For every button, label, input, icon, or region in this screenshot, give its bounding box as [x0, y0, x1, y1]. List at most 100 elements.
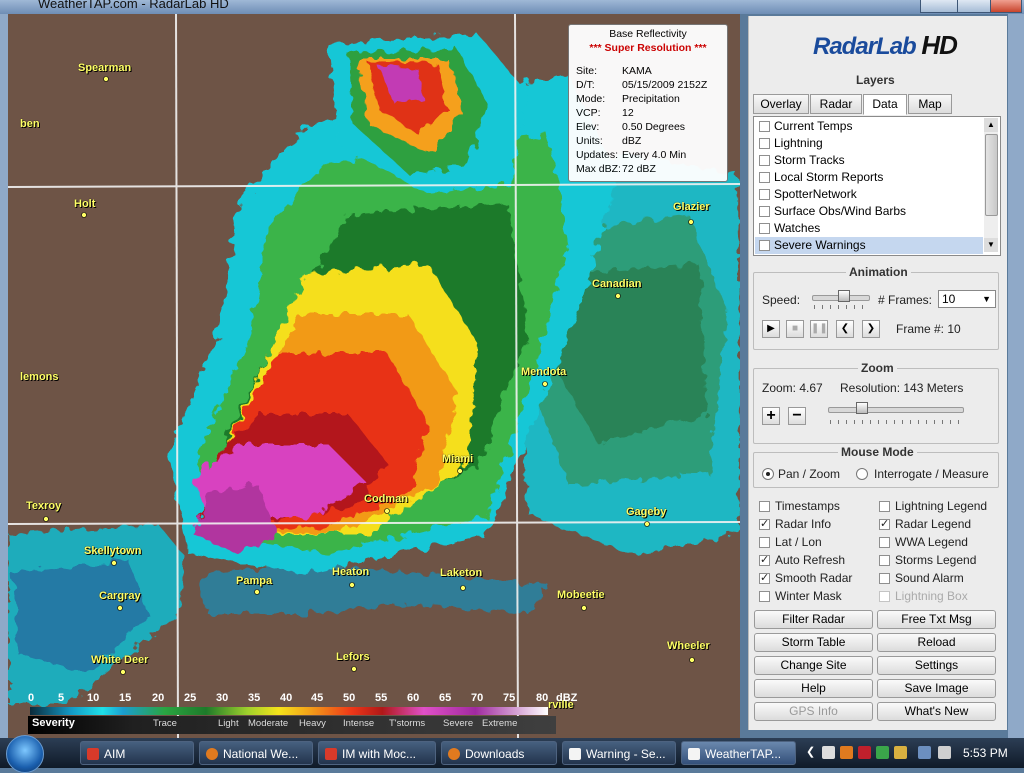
taskbar-item[interactable]: Warning - Se...: [562, 741, 676, 765]
tab-radar[interactable]: Radar: [810, 94, 862, 114]
java-update-icon[interactable]: [840, 746, 853, 759]
list-item[interactable]: Current Temps: [755, 118, 983, 135]
layer-checkbox[interactable]: [759, 206, 770, 217]
legend-values: 0 5 10 15 20 25 30 35 40 45 50 55 60 65 …: [28, 692, 577, 706]
legend-value: 15: [119, 692, 132, 704]
info-value: KAMA: [622, 65, 652, 77]
severity-level: Heavy: [299, 718, 326, 729]
scroll-up-icon[interactable]: ▲: [984, 118, 998, 132]
clock[interactable]: 5:53 PM: [963, 741, 1008, 765]
info-value: 0.50 Degrees: [622, 121, 686, 133]
list-item[interactable]: Lightning: [755, 135, 983, 152]
interrogate-radio[interactable]: [856, 468, 868, 480]
severity-level: Light: [218, 718, 239, 729]
pause-button[interactable]: ❚❚: [810, 320, 828, 338]
option-label: Radar Legend: [895, 517, 972, 531]
play-button[interactable]: ▶: [762, 320, 780, 338]
reload-button[interactable]: Reload: [877, 633, 996, 652]
zoom-slider[interactable]: [828, 407, 964, 413]
list-item[interactable]: Severe Warnings: [755, 237, 983, 254]
list-item[interactable]: Local Storm Reports: [755, 169, 983, 186]
close-button[interactable]: [990, 0, 1022, 13]
wwa-legend-checkbox[interactable]: [879, 537, 890, 548]
free-txt-msg-button[interactable]: Free Txt Msg: [877, 610, 996, 629]
smooth-radar-checkbox[interactable]: [759, 571, 770, 584]
step-forward-button[interactable]: ❯: [862, 320, 880, 338]
layers-scrollbar[interactable]: ▲ ▼: [984, 118, 998, 252]
scroll-down-icon[interactable]: ▼: [984, 238, 998, 252]
help-button[interactable]: Help: [754, 679, 873, 698]
lightning-legend-checkbox[interactable]: [879, 501, 890, 512]
task-label: IM with Moc...: [342, 747, 417, 761]
legend-value: 55: [375, 692, 388, 704]
layer-checkbox[interactable]: [759, 121, 770, 132]
layer-checkbox[interactable]: [759, 240, 770, 251]
start-button[interactable]: [6, 735, 44, 773]
layer-checkbox[interactable]: [759, 189, 770, 200]
title-bar: WeatherTAP.com - RadarLab HD: [0, 0, 1024, 14]
legend-value: 45: [311, 692, 324, 704]
save-image-button[interactable]: Save Image: [877, 679, 996, 698]
radar-legend-checkbox[interactable]: [879, 517, 890, 530]
taskbar-item[interactable]: Downloads: [441, 741, 557, 765]
mcafee-icon[interactable]: [858, 746, 871, 759]
list-item[interactable]: Watches: [755, 220, 983, 237]
pan-zoom-radio[interactable]: [762, 468, 774, 480]
auto-refresh-checkbox[interactable]: [759, 553, 770, 566]
speed-slider-knob[interactable]: [837, 290, 850, 302]
settings-button[interactable]: Settings: [877, 656, 996, 675]
taskbar-item[interactable]: AIM: [80, 741, 194, 765]
legend-value: 70: [471, 692, 484, 704]
tab-map[interactable]: Map: [908, 94, 952, 114]
layer-checkbox[interactable]: [759, 223, 770, 234]
radar-info-checkbox[interactable]: [759, 517, 770, 530]
stop-button[interactable]: ■: [786, 320, 804, 338]
storms-legend-checkbox[interactable]: [879, 555, 890, 566]
lightning-box-checkbox[interactable]: [879, 591, 890, 602]
radarlab-logo: RadarLab HD: [813, 30, 958, 61]
timestamps-checkbox[interactable]: [759, 501, 770, 512]
list-item[interactable]: Surface Obs/Wind Barbs: [755, 203, 983, 220]
info-row: D/T: 05/15/2009 2152Z: [576, 79, 707, 91]
taskbar-item[interactable]: WeatherTAP...: [681, 741, 796, 765]
tab-data[interactable]: Data: [863, 94, 907, 115]
zoom-in-button[interactable]: +: [762, 407, 780, 425]
list-item[interactable]: Storm Tracks: [755, 152, 983, 169]
zoom-out-button[interactable]: −: [788, 407, 806, 425]
super-resolution-label: *** Super Resolution ***: [589, 42, 707, 54]
change-site-button[interactable]: Change Site: [754, 656, 873, 675]
info-key: Units:: [576, 135, 603, 147]
chevron-left-icon[interactable]: ❮: [806, 746, 819, 759]
java-tray-icon[interactable]: [822, 746, 835, 759]
layer-checkbox[interactable]: [759, 172, 770, 183]
city-label: Gageby: [626, 506, 667, 518]
layer-checkbox[interactable]: [759, 155, 770, 166]
storm-table-button[interactable]: Storm Table: [754, 633, 873, 652]
layer-label: Severe Warnings: [774, 238, 866, 252]
gps-info-button[interactable]: GPS Info: [754, 702, 873, 721]
step-back-button[interactable]: ❮: [836, 320, 854, 338]
legend-value: 25: [184, 692, 197, 704]
winter-mask-checkbox[interactable]: [759, 591, 770, 602]
sound-alarm-checkbox[interactable]: [879, 573, 890, 584]
zoom-title: Zoom: [858, 361, 897, 375]
taskbar-item[interactable]: National We...: [199, 741, 313, 765]
filter-radar-button[interactable]: Filter Radar: [754, 610, 873, 629]
monitor-icon[interactable]: [918, 746, 931, 759]
minimize-button[interactable]: [920, 0, 958, 13]
radar-map[interactable]: Spearman ben Holt Glazier Canadian lemon…: [8, 14, 740, 738]
whats-new-button[interactable]: What's New: [877, 702, 996, 721]
layer-checkbox[interactable]: [759, 138, 770, 149]
window-frame-left: [0, 14, 8, 738]
volume-icon[interactable]: [938, 746, 951, 759]
taskbar-item[interactable]: IM with Moc...: [318, 741, 436, 765]
scroll-thumb[interactable]: [985, 134, 998, 216]
list-item[interactable]: SpotterNetwork: [755, 186, 983, 203]
tab-overlay[interactable]: Overlay: [753, 94, 809, 114]
network-icon[interactable]: [876, 746, 889, 759]
frames-select[interactable]: 10 ▼: [938, 290, 996, 308]
info-value: 05/15/2009 2152Z: [622, 79, 708, 91]
tray-app-icon[interactable]: [894, 746, 907, 759]
lat-lon-checkbox[interactable]: [759, 537, 770, 548]
zoom-slider-knob[interactable]: [856, 402, 868, 414]
